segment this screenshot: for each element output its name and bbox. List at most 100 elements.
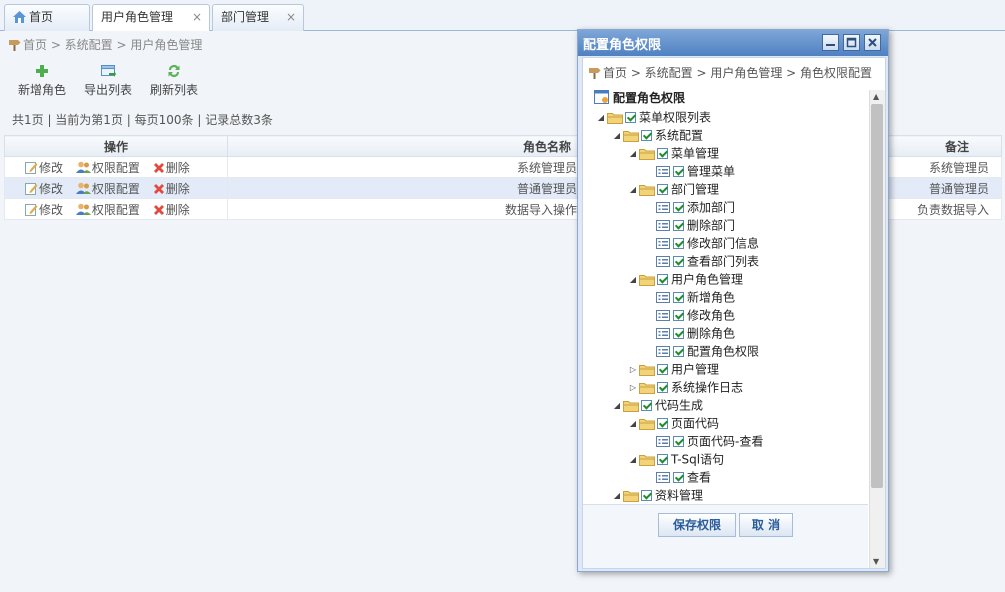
close-button[interactable] xyxy=(864,34,881,51)
tree-node-label: T-Sql语句 xyxy=(671,452,725,467)
checkbox[interactable] xyxy=(673,436,684,447)
delete-icon xyxy=(153,204,164,215)
folder-icon xyxy=(639,149,655,160)
delete-button[interactable]: 删除 xyxy=(153,201,190,218)
checkbox[interactable] xyxy=(673,256,684,267)
minimize-icon xyxy=(826,44,835,46)
tree-node[interactable]: ◢ 代码生成 xyxy=(611,396,703,414)
checkbox[interactable] xyxy=(641,490,652,501)
tree-node[interactable]: 添加部门 xyxy=(643,198,735,216)
folder-icon xyxy=(623,131,639,142)
checkbox[interactable] xyxy=(673,166,684,177)
expand-arrow-icon[interactable]: ◢ xyxy=(595,109,607,127)
menu-item-icon xyxy=(656,220,670,231)
tree-scrollbar[interactable]: ▲ ▼ xyxy=(869,90,885,568)
edit-button[interactable]: 修改 xyxy=(25,180,63,197)
tree-node[interactable]: 页面代码-查看 xyxy=(643,432,763,450)
column-header-ops: 操作 xyxy=(4,135,228,157)
expand-arrow-icon[interactable]: ◢ xyxy=(611,487,623,505)
minimize-button[interactable] xyxy=(822,34,839,51)
tree-node[interactable]: ◢ T-Sql语句 xyxy=(627,450,724,468)
checkbox[interactable] xyxy=(657,454,668,465)
expand-arrow-icon[interactable]: ◢ xyxy=(627,415,639,433)
tree-node[interactable]: 配置角色权限 xyxy=(643,342,759,360)
checkbox[interactable] xyxy=(673,346,684,357)
tree-node[interactable]: 删除部门 xyxy=(643,216,735,234)
tree-node[interactable]: 新增角色 xyxy=(643,288,735,306)
edit-icon xyxy=(25,203,38,216)
scroll-thumb[interactable] xyxy=(871,104,883,488)
tree-node[interactable]: ◢ 系统配置 xyxy=(611,126,703,144)
delete-button[interactable]: 删除 xyxy=(153,180,190,197)
permission-config-button[interactable]: 权限配置 xyxy=(75,180,140,197)
edit-button[interactable]: 修改 xyxy=(25,201,63,218)
tree-node-label: 添加部门 xyxy=(687,200,736,215)
tree-node[interactable]: ▷ 系统操作日志 xyxy=(627,378,743,396)
checkbox[interactable] xyxy=(657,148,668,159)
tree-node[interactable]: ◢ 部门管理 xyxy=(627,180,719,198)
tree-node[interactable]: ▷ 用户管理 xyxy=(627,360,719,378)
expand-arrow-icon[interactable]: ◢ xyxy=(611,397,623,415)
tab-department[interactable]: 部门管理 × xyxy=(212,4,304,31)
tree-node[interactable]: ◢ 页面代码 xyxy=(627,414,719,432)
export-list-button[interactable]: 导出列表 xyxy=(78,61,138,98)
tree-node[interactable]: 查看 xyxy=(643,468,711,486)
checkbox[interactable] xyxy=(657,418,668,429)
maximize-button[interactable] xyxy=(843,34,860,51)
permission-config-button[interactable]: 权限配置 xyxy=(75,201,140,218)
checkbox[interactable] xyxy=(673,202,684,213)
checkbox[interactable] xyxy=(673,310,684,321)
edit-button[interactable]: 修改 xyxy=(25,159,63,176)
tree-node[interactable]: 管理菜单 xyxy=(643,162,735,180)
delete-button[interactable]: 删除 xyxy=(153,159,190,176)
expand-arrow-icon[interactable]: ◢ xyxy=(611,127,623,145)
collapse-arrow-icon[interactable]: ▷ xyxy=(627,361,639,379)
dialog-title-bar[interactable]: 配置角色权限 xyxy=(578,30,888,56)
tree-node[interactable]: ◢ 菜单权限列表 xyxy=(595,108,711,126)
checkbox[interactable] xyxy=(673,220,684,231)
checkbox[interactable] xyxy=(625,112,636,123)
checkbox[interactable] xyxy=(641,130,652,141)
tree-node[interactable]: ◢ 资料管理 xyxy=(611,486,703,504)
tree-node-label: 系统配置 xyxy=(655,128,704,143)
checkbox[interactable] xyxy=(657,274,668,285)
collapse-arrow-icon[interactable]: ▷ xyxy=(627,379,639,397)
expand-arrow-icon[interactable]: ◢ xyxy=(627,181,639,199)
expand-arrow-icon[interactable]: ◢ xyxy=(627,271,639,289)
home-icon xyxy=(13,11,26,23)
checkbox[interactable] xyxy=(673,328,684,339)
tab-home[interactable]: 首页 xyxy=(4,4,90,31)
checkbox[interactable] xyxy=(673,472,684,483)
checkbox[interactable] xyxy=(641,400,652,411)
expand-arrow-icon[interactable]: ◢ xyxy=(627,145,639,163)
checkbox[interactable] xyxy=(657,364,668,375)
tree-node[interactable]: 查看部门列表 xyxy=(643,252,759,270)
tab-label: 首页 xyxy=(29,10,54,24)
maximize-icon xyxy=(846,37,857,48)
checkbox[interactable] xyxy=(657,382,668,393)
refresh-list-button[interactable]: 刷新列表 xyxy=(144,61,204,98)
checkbox[interactable] xyxy=(673,292,684,303)
tab-label: 部门管理 xyxy=(221,10,270,24)
checkbox[interactable] xyxy=(657,184,668,195)
tree-node[interactable]: ◢ 菜单管理 xyxy=(627,144,719,162)
close-icon[interactable]: × xyxy=(192,5,202,29)
tab-user-role[interactable]: 用户角色管理 × xyxy=(92,4,210,32)
scroll-up-icon[interactable]: ▲ xyxy=(873,92,879,101)
tree-node-label: 菜单权限列表 xyxy=(639,110,712,125)
save-permission-button[interactable]: 保存权限 xyxy=(658,513,736,537)
tree-node[interactable]: 修改角色 xyxy=(643,306,735,324)
close-icon[interactable]: × xyxy=(286,5,296,29)
tree-node-label: 查看部门列表 xyxy=(687,254,760,269)
tree-node[interactable]: 修改部门信息 xyxy=(643,234,759,252)
tree-node-label: 菜单管理 xyxy=(671,146,720,161)
add-role-button[interactable]: 新增角色 xyxy=(12,61,72,98)
checkbox[interactable] xyxy=(673,238,684,249)
expand-arrow-icon[interactable]: ◢ xyxy=(627,451,639,469)
tree-node[interactable]: 删除角色 xyxy=(643,324,735,342)
scroll-down-icon[interactable]: ▼ xyxy=(873,557,879,566)
menu-item-icon xyxy=(656,436,670,447)
permission-config-button[interactable]: 权限配置 xyxy=(75,159,140,176)
cancel-button[interactable]: 取 消 xyxy=(739,513,793,537)
tree-node[interactable]: ◢ 用户角色管理 xyxy=(627,270,743,288)
